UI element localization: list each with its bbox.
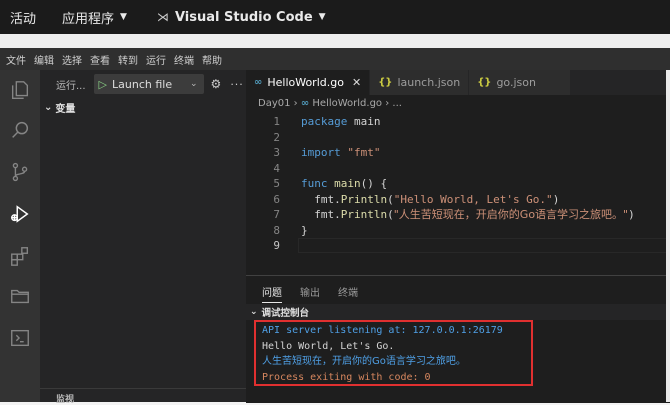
current-line-highlight xyxy=(298,238,670,253)
apps-menu-label: 应用程序 xyxy=(62,11,115,27)
code-text: import "fmt" xyxy=(301,146,381,159)
breadcrumb-symbol[interactable]: ... xyxy=(392,98,402,109)
code-text: fmt.Println("人生苦短现在，开启你的Go语言学习之旅吧。") xyxy=(301,208,635,221)
tab-helloworld-go[interactable]: ∞ HelloWorld.go ✕ xyxy=(246,70,371,95)
activity-bar xyxy=(0,70,40,402)
tab-go-json[interactable]: {} go.json xyxy=(469,70,571,95)
line-number: 7 xyxy=(273,208,280,221)
debug-console-label: 调试控制台 xyxy=(261,308,310,319)
caret-down-icon: ▼ xyxy=(318,12,326,22)
menu-go[interactable]: 转到 xyxy=(114,52,142,67)
activities-label: 活动 xyxy=(10,11,37,27)
code-text: func main() { xyxy=(301,177,388,190)
code-text: fmt.Println("Hello World, Let's Go.") xyxy=(301,192,560,206)
extensions-icon[interactable] xyxy=(8,244,32,268)
menu-view[interactable]: 查看 xyxy=(86,52,114,67)
variables-label: 变量 xyxy=(55,104,76,115)
code-line: 1 package main xyxy=(246,114,670,130)
menu-terminal[interactable]: 终端 xyxy=(170,52,198,67)
tab-label: HelloWorld.go xyxy=(267,76,344,89)
apps-menu[interactable]: 应用程序 ▼ xyxy=(52,8,137,27)
breadcrumb-file[interactable]: HelloWorld.go xyxy=(312,98,382,109)
menu-selection[interactable]: 选择 xyxy=(58,52,86,67)
code-line: 6 fmt.Println("Hello World, Let's Go.") xyxy=(246,192,670,208)
menu-edit[interactable]: 编辑 xyxy=(30,52,58,67)
breadcrumb: Day01 › ∞ HelloWorld.go › ... xyxy=(258,98,402,109)
code-line-current: 9 xyxy=(246,238,670,254)
breadcrumb-folder[interactable]: Day01 xyxy=(258,98,290,109)
window-edge xyxy=(666,70,670,402)
panel-tabs: 问题 输出 终端 xyxy=(262,284,358,303)
caret-down-icon: ▼ xyxy=(120,12,127,22)
chevron-right-icon: › xyxy=(293,98,301,109)
launch-config-select[interactable]: ▷ Launch file ⌄ xyxy=(93,74,204,94)
line-number: 9 xyxy=(273,239,280,252)
bottom-panel: 问题 输出 终端 ⌄ 调试控制台 API server listening at… xyxy=(246,275,670,403)
code-text: package main xyxy=(301,115,381,128)
watch-section-header[interactable]: 监视 xyxy=(40,388,246,405)
editor-tabs: ∞ HelloWorld.go ✕ {} launch.json {} go.j… xyxy=(246,70,670,95)
code-text: } xyxy=(301,223,308,237)
annotation-highlight-box xyxy=(254,320,533,386)
go-file-icon: ∞ xyxy=(254,77,263,88)
window-title: Visual Studio Code xyxy=(174,9,313,25)
window-title-menu[interactable]: ⋊ Visual Studio Code ▼ xyxy=(147,10,336,25)
menu-help[interactable]: 帮助 xyxy=(198,52,226,67)
run-debug-sidebar: 运行... ▷ Launch file ⌄ ⚙ ··· ⌄ 变量 监视 xyxy=(40,70,246,405)
debug-console-header[interactable]: ⌄ 调试控制台 xyxy=(246,304,670,320)
vscode-logo-icon: ⋊ xyxy=(156,10,169,24)
tab-label: go.json xyxy=(496,76,536,89)
tab-problems[interactable]: 问题 xyxy=(262,284,282,303)
chevron-down-icon: ⌄ xyxy=(250,307,258,317)
close-icon[interactable]: ✕ xyxy=(352,76,361,89)
explorer-icon[interactable] xyxy=(8,78,32,102)
gear-icon[interactable]: ⚙ xyxy=(211,77,222,91)
code-line: 5 func main() { xyxy=(246,176,670,192)
go-file-icon: ∞ xyxy=(300,98,310,109)
code-line: 3 import "fmt" xyxy=(246,145,670,161)
tab-output[interactable]: 输出 xyxy=(300,284,320,303)
system-top-bar: 活动 应用程序 ▼ ⋊ Visual Studio Code ▼ xyxy=(0,0,670,34)
json-file-icon: {} xyxy=(477,77,492,88)
line-number: 4 xyxy=(273,161,280,175)
line-number: 6 xyxy=(273,192,280,206)
line-number: 2 xyxy=(273,130,280,144)
menu-bar: 文件 编辑 选择 查看 转到 运行 终端 帮助 xyxy=(0,48,670,70)
line-number: 5 xyxy=(273,177,280,190)
play-icon[interactable]: ▷ xyxy=(99,78,107,91)
run-view-title: 运行... xyxy=(56,80,86,92)
run-debug-icon[interactable] xyxy=(8,202,32,226)
launch-config-label: Launch file xyxy=(112,77,173,91)
activities-button[interactable]: 活动 xyxy=(0,8,46,27)
code-line: 8 } xyxy=(246,223,670,239)
terminal-icon[interactable] xyxy=(8,326,32,350)
menu-file[interactable]: 文件 xyxy=(0,52,30,67)
line-number: 8 xyxy=(273,223,280,237)
more-actions-icon[interactable]: ··· xyxy=(230,78,244,91)
line-number: 1 xyxy=(273,115,280,128)
search-icon[interactable] xyxy=(8,118,32,142)
watch-label: 监视 xyxy=(56,395,75,405)
chevron-down-icon: ⌄ xyxy=(190,79,198,89)
tab-terminal[interactable]: 终端 xyxy=(338,284,358,303)
source-control-icon[interactable] xyxy=(8,160,32,184)
chevron-down-icon: ⌄ xyxy=(44,102,53,113)
debug-toolbar: 运行... ▷ Launch file ⌄ ⚙ ··· xyxy=(40,70,246,98)
tab-label: launch.json xyxy=(397,76,461,89)
code-line: 4 xyxy=(246,161,670,177)
line-number: 3 xyxy=(273,146,280,159)
folder-icon[interactable] xyxy=(8,284,32,308)
variables-section-header[interactable]: ⌄ 变量 xyxy=(44,100,75,115)
tab-launch-json[interactable]: {} launch.json xyxy=(370,70,470,95)
code-line: 7 fmt.Println("人生苦短现在，开启你的Go语言学习之旅吧。") xyxy=(246,207,670,223)
json-file-icon: {} xyxy=(378,77,393,88)
editor-area: ∞ HelloWorld.go ✕ {} launch.json {} go.j… xyxy=(246,70,670,403)
code-editor[interactable]: 1 package main 2 3 import "fmt" 4 5 func… xyxy=(246,114,670,254)
code-line: 2 xyxy=(246,130,670,146)
menu-run[interactable]: 运行 xyxy=(142,52,170,67)
window-title-strip xyxy=(0,34,670,48)
